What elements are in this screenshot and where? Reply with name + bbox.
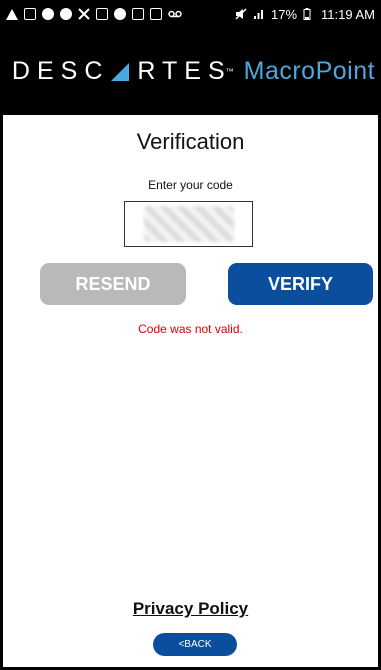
status-time: 11:19 AM	[321, 6, 375, 22]
logo-text-part2: RTES	[137, 57, 232, 85]
code-prompt: Enter your code	[148, 178, 233, 192]
notification-icons	[6, 8, 182, 20]
battery-percent: 17%	[271, 6, 298, 22]
signal-icon	[253, 8, 265, 20]
system-status: 17% 11:19 AM	[235, 7, 375, 22]
voicemail-icon	[168, 8, 182, 20]
battery-icon	[303, 8, 315, 20]
fan-icon	[60, 8, 72, 20]
logo-text-part1: DESC	[11, 57, 110, 85]
verify-button[interactable]: VERIFY	[228, 263, 373, 305]
resend-button[interactable]: RESEND	[40, 263, 186, 305]
privacy-policy-link[interactable]: Privacy Policy	[3, 599, 378, 619]
descartes-logo: DESC RTES ™	[12, 57, 234, 86]
error-message: Code was not valid.	[138, 322, 243, 336]
logo-a-mark-icon	[111, 62, 130, 81]
phone-screen: 17% 11:19 AM DESC RTES ™ MacroPoint Veri…	[0, 0, 381, 670]
trademark-mark: ™	[225, 67, 234, 76]
back-button[interactable]: <BACK	[153, 633, 237, 656]
code-input[interactable]	[124, 201, 253, 247]
photo-icon	[132, 8, 144, 20]
cross-icon	[78, 8, 90, 20]
wifi-icon	[42, 8, 54, 20]
mail-icon	[150, 8, 162, 20]
chat-icon	[24, 8, 36, 20]
page-title: Verification	[136, 129, 245, 154]
obscured-code	[143, 206, 234, 242]
macropoint-logo: MacroPoint	[243, 57, 376, 85]
image-icon	[96, 8, 108, 20]
brand-header: DESC RTES ™ MacroPoint	[0, 28, 381, 115]
game-icon	[114, 8, 126, 20]
warning-icon	[6, 8, 18, 20]
status-bar: 17% 11:19 AM	[0, 0, 381, 28]
mute-icon	[235, 8, 247, 20]
verification-panel: Verification Enter your code RESEND VERI…	[3, 115, 378, 667]
